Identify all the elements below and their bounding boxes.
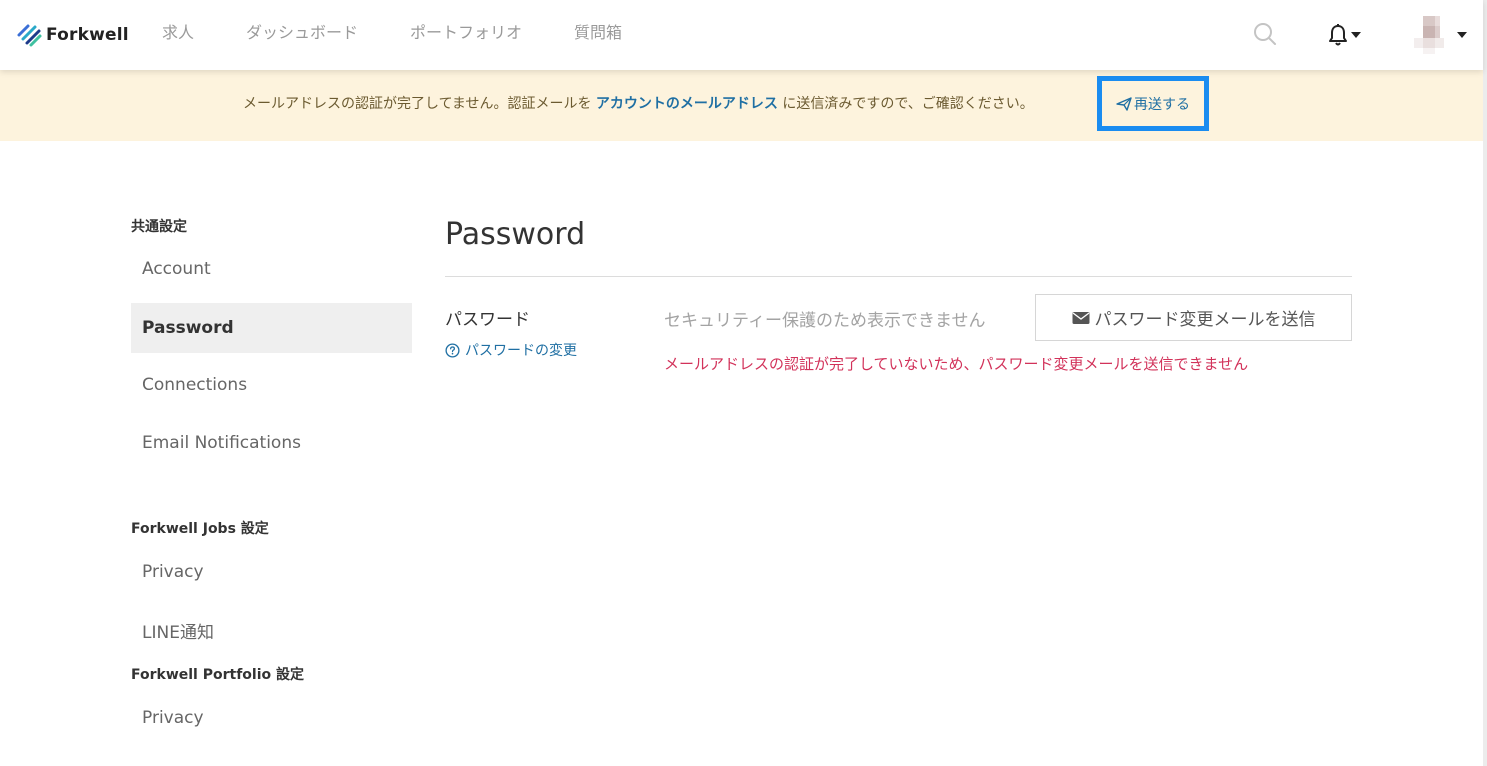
- banner-message: メールアドレスの認証が完了してません。認証メールを アカウントのメールアドレス …: [243, 94, 1034, 114]
- nav-portfolio[interactable]: ポートフォリオ: [410, 22, 522, 44]
- sidebar-item-portfolio-privacy[interactable]: Privacy: [131, 693, 412, 743]
- send-password-change-email-button[interactable]: パスワード変更メールを送信: [1035, 294, 1352, 341]
- section-title-jobs: Forkwell Jobs 設定: [131, 521, 269, 537]
- password-change-help-link[interactable]: パスワードの変更: [445, 340, 577, 360]
- sidebar-item-password[interactable]: Password: [131, 303, 412, 353]
- banner-text-before: メールアドレスの認証が完了してません。認証メールを: [243, 96, 596, 112]
- password-label: パスワード: [445, 310, 530, 330]
- sidebar-item-account[interactable]: Account: [131, 244, 412, 294]
- logo-text: Forkwell: [46, 25, 129, 45]
- main-nav: 求人 ダッシュボード ポートフォリオ 質問箱: [162, 22, 674, 44]
- sidebar-item-line-notification[interactable]: LINE通知: [131, 605, 412, 655]
- banner-text-after: に送信済みですので、ご確認ください。: [777, 96, 1034, 112]
- caret-down-icon: [1351, 32, 1361, 38]
- error-message: メールアドレスの認証が完了していないため、パスワード変更メールを送信できません: [664, 355, 1249, 373]
- top-header: Forkwell 求人 ダッシュボード ポートフォリオ 質問箱: [0, 0, 1483, 70]
- search-icon[interactable]: [1253, 22, 1277, 46]
- help-link-label: パスワードの変更: [465, 343, 577, 359]
- resend-button[interactable]: 再送する: [1097, 76, 1209, 131]
- scrollbar-track: [1483, 0, 1487, 766]
- page-title: Password: [445, 217, 586, 252]
- notifications-button[interactable]: [1326, 22, 1366, 48]
- email-verification-banner: メールアドレスの認証が完了してません。認証メールを アカウントのメールアドレス …: [0, 70, 1483, 141]
- bell-icon: [1329, 24, 1347, 46]
- nav-dashboard[interactable]: ダッシュボード: [246, 22, 358, 44]
- caret-down-icon[interactable]: [1456, 30, 1468, 40]
- sidebar-item-jobs-privacy[interactable]: Privacy: [131, 547, 412, 597]
- title-divider: [445, 276, 1352, 277]
- avatar[interactable]: [1410, 16, 1452, 54]
- send-button-label: パスワード変更メールを送信: [1094, 310, 1316, 330]
- forkwell-logo-icon: [17, 24, 42, 47]
- envelope-icon: [1072, 311, 1089, 324]
- sidebar-item-connections[interactable]: Connections: [131, 360, 412, 410]
- section-title-portfolio: Forkwell Portfolio 設定: [131, 667, 305, 683]
- send-icon: [1116, 96, 1132, 111]
- section-title-common: 共通設定: [131, 219, 187, 235]
- account-email-link[interactable]: アカウントのメールアドレス: [596, 96, 778, 112]
- nav-question-box[interactable]: 質問箱: [574, 22, 622, 44]
- password-masked-text: セキュリティー保護のため表示できません: [664, 311, 986, 331]
- nav-jobs[interactable]: 求人: [162, 22, 194, 44]
- forkwell-logo[interactable]: Forkwell: [16, 22, 129, 48]
- sidebar-item-email-notifications[interactable]: Email Notifications: [131, 418, 412, 468]
- resend-label: 再送する: [1134, 96, 1190, 113]
- question-circle-icon: [445, 342, 460, 358]
